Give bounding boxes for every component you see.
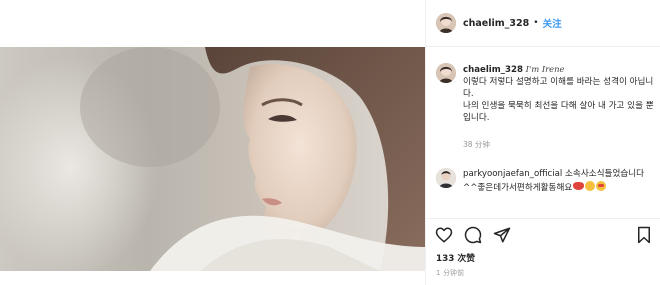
heart-eyes-emoji-icon	[596, 180, 607, 191]
bookmark-icon[interactable]	[635, 226, 653, 244]
comment-text-block: parkyoonjaefan_official 소속사소식들었습니다^^좋은데가…	[463, 168, 648, 194]
caption-avatar[interactable]	[436, 63, 456, 83]
hearts-emoji-icon	[573, 181, 585, 190]
likes-count[interactable]: 133 次赞	[436, 251, 475, 264]
share-icon[interactable]	[493, 226, 511, 244]
caption-username[interactable]: chaelim_328	[463, 65, 523, 75]
comment-item: parkyoonjaefan_official 소속사소식들었습니다^^좋은데가…	[436, 168, 654, 194]
post-header: chaelim_328 • 关注	[426, 0, 660, 47]
post-media	[0, 0, 425, 285]
commenter-avatar[interactable]	[436, 168, 456, 188]
header-username[interactable]: chaelim_328	[463, 18, 529, 29]
video-player[interactable]	[0, 47, 425, 271]
caption-signature: I'm Irene	[525, 64, 565, 74]
comment-icon[interactable]	[464, 226, 482, 244]
actions-divider	[426, 218, 660, 219]
follow-button[interactable]: 关注	[543, 16, 562, 30]
post-side-panel: chaelim_328 • 关注 chaelim_328 I'm Irene 이…	[425, 0, 660, 285]
avatar[interactable]	[436, 13, 456, 33]
caption-timestamp: 38 分钟	[463, 140, 490, 149]
post-caption: chaelim_328 I'm Irene 이렇다 저렇다 설명하고 이해를 바…	[436, 63, 654, 124]
post-actions	[435, 225, 653, 245]
smile-emoji-icon	[585, 180, 596, 191]
post-timestamp: 1 分钟前	[436, 269, 465, 277]
video-frame-image	[0, 47, 425, 271]
caption-text: chaelim_328 I'm Irene 이렇다 저렇다 설명하고 이해를 바…	[463, 63, 654, 124]
commenter-username[interactable]: parkyoonjaefan_official	[463, 169, 562, 179]
heart-icon[interactable]	[435, 226, 453, 244]
caption-line-1: 이렇다 저렇다 설명하고 이해를 바라는 성격이 아닙니다.	[463, 77, 654, 99]
header-separator: •	[533, 18, 539, 28]
caption-line-2: 나의 인생을 묵묵히 최선을 다해 살아 내 가고 있을 뿐입니다.	[463, 101, 654, 123]
